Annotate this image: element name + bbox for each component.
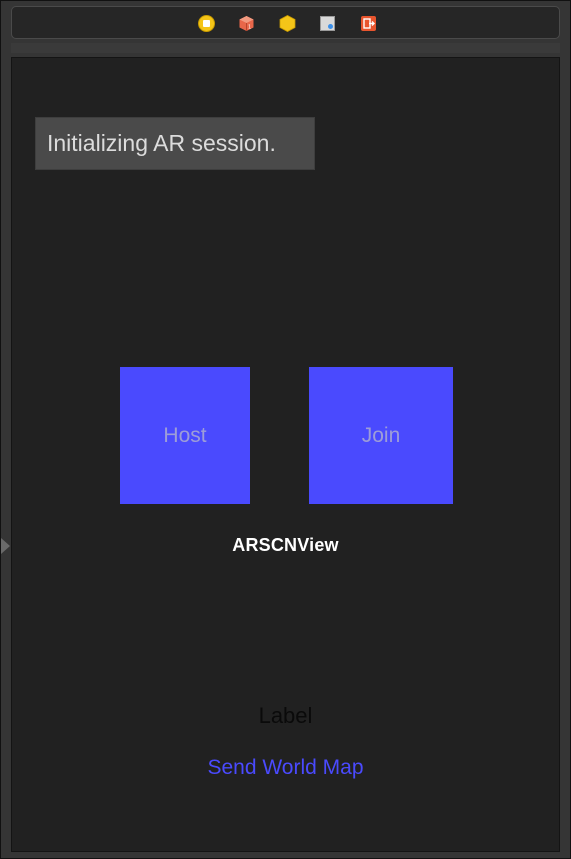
exit-icon[interactable]: [360, 15, 377, 32]
scene-dock: 1: [11, 6, 560, 39]
dock-separator: [11, 43, 560, 53]
first-responder-icon[interactable]: 1: [238, 15, 255, 32]
send-world-map-button[interactable]: Send World Map: [0, 756, 571, 780]
view-class-name: ARSCNView: [232, 535, 339, 555]
storyboard-reference-icon[interactable]: [319, 15, 336, 32]
object-icon[interactable]: [279, 15, 296, 32]
view-controller-icon[interactable]: [198, 15, 215, 32]
host-button[interactable]: Host: [120, 367, 250, 504]
arscnview-canvas[interactable]: [11, 57, 560, 852]
svg-text:1: 1: [248, 25, 251, 31]
session-status-label[interactable]: Initializing AR session.: [35, 117, 315, 170]
join-button[interactable]: Join: [309, 367, 453, 504]
generic-label[interactable]: Label: [0, 703, 571, 729]
